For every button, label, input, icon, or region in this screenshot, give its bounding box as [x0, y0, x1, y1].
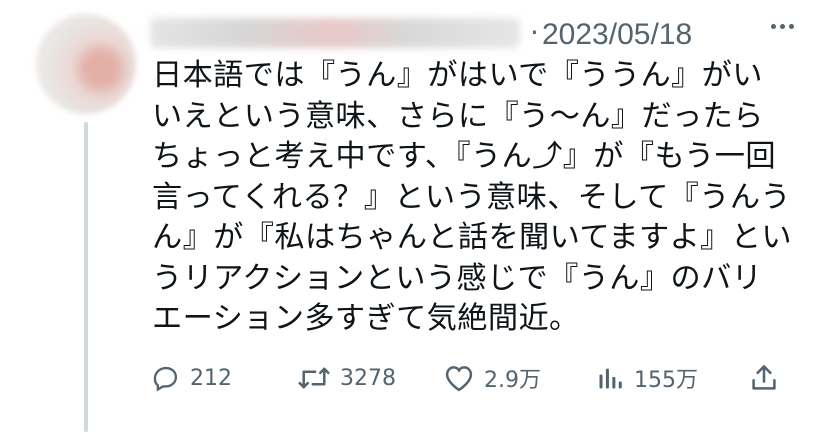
like-button[interactable]: 2.9万: [444, 358, 541, 398]
heart-icon: [444, 364, 474, 392]
views-chart-icon: [596, 364, 624, 392]
like-count: 2.9万: [484, 368, 541, 393]
tweet-date[interactable]: 2023/05/18: [542, 18, 692, 52]
share-button[interactable]: [750, 358, 778, 398]
action-bar: 212 3278 2.9万 155万: [152, 358, 792, 398]
more-options-icon[interactable]: [771, 24, 794, 29]
author-name-blurred[interactable]: [150, 18, 520, 48]
avatar[interactable]: [36, 14, 136, 114]
retweet-count: 3278: [340, 365, 396, 391]
tweet-header: · 2023/05/18: [150, 10, 810, 54]
share-icon: [750, 363, 778, 393]
tweet: · 2023/05/18 日本語では『うん』がはいで『ううん』がいいえという意味…: [0, 0, 828, 432]
views-button[interactable]: 155万: [596, 358, 698, 398]
header-separator: ·: [530, 16, 539, 49]
thread-line: [84, 122, 88, 432]
retweet-button[interactable]: 3278: [298, 358, 396, 398]
retweet-icon: [298, 364, 330, 392]
reply-count: 212: [190, 365, 232, 391]
views-count: 155万: [634, 368, 698, 393]
tweet-text: 日本語では『うん』がはいで『ううん』がいいえという意味、さらに『う〜ん』だったら…: [152, 58, 792, 336]
reply-button[interactable]: 212: [152, 358, 232, 398]
reply-icon: [152, 364, 180, 392]
